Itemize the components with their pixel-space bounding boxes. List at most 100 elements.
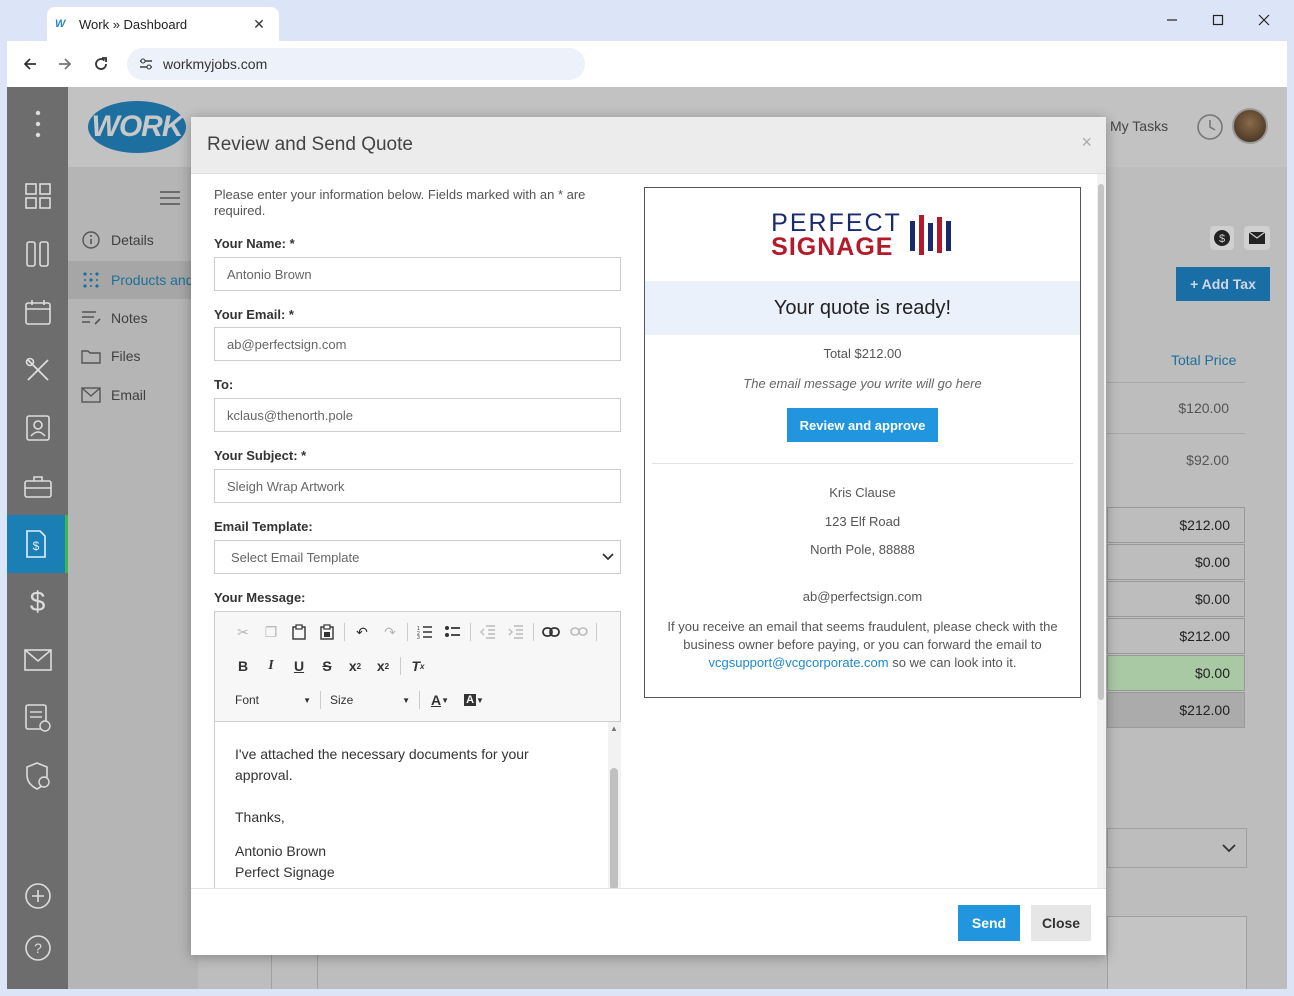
subnav-email[interactable]: Email [80, 387, 146, 403]
reports-icon[interactable] [7, 693, 68, 743]
editor-content[interactable]: I've attached the necessary documents fo… [215, 722, 609, 888]
editor-scrollbar-thumb[interactable] [610, 768, 618, 888]
subscript-icon[interactable]: x2 [341, 655, 369, 677]
background-color-icon[interactable]: A ▼ [457, 689, 491, 711]
board-icon[interactable] [7, 229, 68, 279]
modal-scrollbar[interactable] [1097, 174, 1106, 888]
back-icon[interactable] [19, 53, 41, 75]
total-price-header: Total Price [1171, 352, 1237, 368]
summary-row: $0.00 [1107, 544, 1245, 580]
chevron-down-icon [602, 553, 614, 561]
indent-icon[interactable] [502, 621, 530, 643]
my-tasks-link[interactable]: My Tasks [1110, 118, 1168, 134]
email-preview: PERFECT SIGNAGE Your quote is ready! Tot… [644, 187, 1081, 698]
undo-icon[interactable]: ↶ [348, 621, 376, 643]
reload-icon[interactable] [90, 53, 112, 75]
modal-scrollbar-thumb[interactable] [1098, 184, 1104, 700]
close-button[interactable]: Close [1031, 905, 1091, 941]
strikethrough-icon[interactable]: S [313, 655, 341, 677]
bold-icon[interactable]: B [229, 655, 257, 677]
tab-close-icon[interactable]: ✕ [251, 16, 267, 33]
signature-company: Perfect Signage [235, 864, 335, 880]
subnav-notes[interactable]: Notes [80, 310, 148, 326]
to-label: To: [214, 377, 234, 392]
modal-title: Review and Send Quote [207, 134, 413, 155]
outdent-icon[interactable] [474, 621, 502, 643]
more-menu-icon[interactable] [7, 99, 68, 149]
dropdown[interactable] [1107, 828, 1247, 868]
support-email-link[interactable]: vcgsupport@vcgcorporate.com [708, 655, 888, 670]
subject-input[interactable]: Sleigh Wrap Artwork [214, 469, 621, 503]
security-icon[interactable] [7, 751, 68, 801]
tools-icon[interactable] [7, 345, 68, 395]
billing-icon[interactable]: $ [7, 577, 68, 627]
text-color-icon[interactable]: A ▼ [423, 689, 457, 711]
forward-icon[interactable] [54, 53, 76, 75]
fraud-notice: If you receive an email that seems fraud… [667, 619, 1058, 670]
modal-header: Review and Send Quote × [191, 117, 1106, 174]
subnav-files[interactable]: Files [80, 348, 141, 364]
send-button[interactable]: Send [958, 905, 1020, 941]
modal-close-icon[interactable]: × [1081, 132, 1092, 153]
maximize-icon[interactable] [1206, 9, 1230, 31]
divider [1107, 433, 1245, 434]
email-template-select[interactable]: Select Email Template [214, 540, 621, 574]
toolbox-icon[interactable] [7, 461, 68, 511]
tab-title: Work » Dashboard [79, 16, 188, 32]
site-settings-icon[interactable] [139, 58, 153, 70]
send-mail-icon[interactable] [1244, 226, 1270, 250]
numbered-list-icon[interactable]: 123 [411, 621, 439, 643]
modal-footer: Send Close [191, 888, 1106, 955]
form-intro: Please enter your information below. Fie… [214, 187, 586, 218]
copy-icon[interactable]: ❐ [257, 621, 285, 643]
editor-scrollbar[interactable]: ▲ [608, 722, 621, 888]
unlink-icon[interactable] [565, 621, 593, 643]
email-input[interactable]: ab@perfectsign.com [214, 327, 621, 361]
scroll-up-icon[interactable]: ▲ [610, 724, 618, 733]
add-tax-button[interactable]: + Add Tax [1176, 267, 1270, 301]
browser-tab[interactable]: W Work » Dashboard ✕ [47, 7, 279, 41]
underline-icon[interactable]: U [285, 655, 313, 677]
superscript-icon[interactable]: x2 [369, 655, 397, 677]
help-icon[interactable]: ? [7, 923, 68, 973]
bullet-list-icon[interactable] [439, 621, 467, 643]
clock-icon[interactable] [1196, 113, 1224, 141]
summary-row: $0.00 [1107, 581, 1245, 617]
dashboard-icon[interactable] [7, 171, 68, 221]
mail-icon[interactable] [7, 635, 68, 685]
hamburger-icon[interactable] [160, 191, 180, 205]
link-icon[interactable] [537, 621, 565, 643]
subnav-details[interactable]: Details [80, 231, 154, 249]
user-avatar[interactable] [1232, 108, 1268, 144]
minimize-icon[interactable] [1160, 9, 1184, 31]
clear-format-icon[interactable]: Tx [404, 655, 432, 677]
paste-text-icon[interactable] [313, 621, 341, 643]
quotes-icon[interactable]: $ [7, 515, 68, 573]
dollar-circle-icon[interactable]: $ [1210, 226, 1234, 250]
font-dropdown[interactable]: Font ▼ [229, 693, 317, 707]
template-label: Email Template: [214, 519, 313, 534]
work-logo[interactable]: WORK [88, 101, 186, 153]
svg-text:$: $ [33, 539, 40, 553]
logo-line-2: SIGNAGE [771, 232, 894, 261]
review-approve-button[interactable]: Review and approve [787, 408, 938, 442]
cut-icon[interactable]: ✂ [229, 621, 257, 643]
add-circle-icon[interactable] [7, 871, 68, 921]
toolbar-separator [400, 657, 401, 675]
contacts-icon[interactable] [7, 403, 68, 453]
paste-icon[interactable] [285, 621, 313, 643]
to-input[interactable]: kclaus@thenorth.pole [214, 398, 621, 432]
size-dropdown[interactable]: Size ▼ [324, 693, 416, 707]
name-input[interactable]: Antonio Brown [214, 257, 621, 291]
window-close-icon[interactable] [1252, 9, 1276, 31]
subnav-products[interactable]: Products and [68, 261, 198, 299]
italic-icon[interactable]: I [257, 655, 285, 677]
address-bar[interactable]: workmyjobs.com [127, 48, 585, 80]
svg-text:$: $ [1219, 233, 1225, 245]
calendar-icon[interactable] [7, 287, 68, 337]
products-icon [80, 271, 102, 289]
toolbar-separator [419, 691, 420, 709]
summary-row: $0.00 [1107, 655, 1245, 691]
redo-icon[interactable]: ↷ [376, 621, 404, 643]
envelope-icon [80, 387, 102, 403]
